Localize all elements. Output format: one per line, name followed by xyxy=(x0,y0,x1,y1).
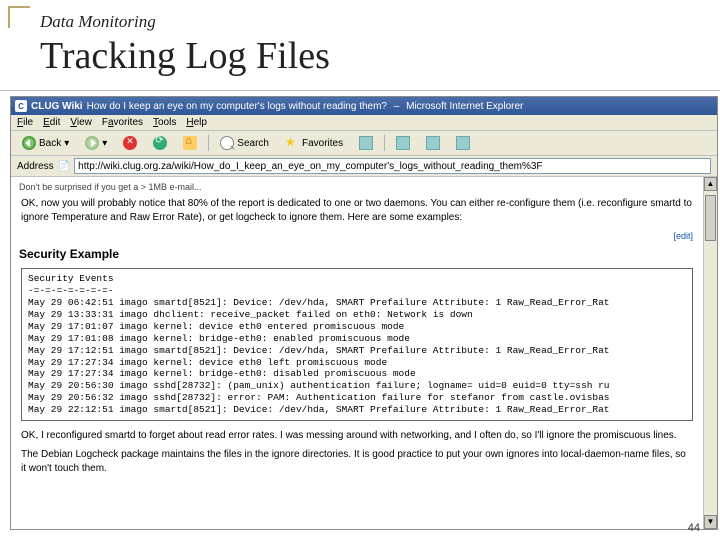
truncated-line: Don't be surprised if you get a > 1MB e-… xyxy=(19,181,709,193)
menu-file[interactable]: File xyxy=(17,117,33,128)
menu-edit[interactable]: Edit xyxy=(43,117,60,128)
titlebar-text: How do I keep an eye on my computer's lo… xyxy=(87,101,387,112)
corner-decoration xyxy=(8,6,30,28)
back-icon xyxy=(22,136,36,150)
favorites-button[interactable]: ★Favorites xyxy=(280,134,348,152)
mail-icon xyxy=(396,136,410,150)
window-titlebar: C CLUG Wiki How do I keep an eye on my c… xyxy=(11,97,717,115)
page-icon: 📄 xyxy=(58,161,70,172)
favicon-icon: C xyxy=(15,100,27,112)
refresh-button[interactable] xyxy=(148,134,172,152)
divider xyxy=(0,90,720,91)
edit-button[interactable] xyxy=(451,134,475,152)
forward-button[interactable]: ▾ xyxy=(80,134,112,152)
menu-tools[interactable]: Tools xyxy=(153,117,176,128)
edit-link[interactable]: [edit] xyxy=(19,230,693,242)
back-button[interactable]: Back ▾ xyxy=(17,134,74,152)
scroll-thumb[interactable] xyxy=(705,195,716,241)
menu-view[interactable]: View xyxy=(70,117,92,128)
menu-favorites[interactable]: Favorites xyxy=(102,117,143,128)
refresh-icon xyxy=(153,136,167,150)
home-icon xyxy=(183,136,197,150)
page-content: Don't be surprised if you get a > 1MB e-… xyxy=(11,177,717,529)
slide-subtitle: Data Monitoring xyxy=(40,12,156,32)
outro-paragraph-1: OK, I reconfigured smartd to forget abou… xyxy=(21,429,693,443)
stop-icon xyxy=(123,136,137,150)
menu-bar: File Edit View Favorites Tools Help xyxy=(11,115,717,131)
titlebar-app: Microsoft Internet Explorer xyxy=(406,101,523,112)
scroll-down-icon[interactable]: ▼ xyxy=(704,515,717,529)
toolbar: Back ▾ ▾ Search ★Favorites xyxy=(11,131,717,156)
home-button[interactable] xyxy=(178,134,202,152)
toolbar-separator xyxy=(208,135,209,151)
address-bar: Address 📄 xyxy=(11,156,717,177)
mail-button[interactable] xyxy=(391,134,415,152)
section-heading: Security Example xyxy=(19,246,709,262)
edit-icon xyxy=(456,136,470,150)
star-icon: ★ xyxy=(285,136,299,150)
browser-window: C CLUG Wiki How do I keep an eye on my c… xyxy=(10,96,718,530)
scroll-up-icon[interactable]: ▲ xyxy=(704,177,717,191)
history-button[interactable] xyxy=(354,134,378,152)
address-label: Address xyxy=(17,161,54,172)
intro-paragraph: OK, now you will probably notice that 80… xyxy=(21,197,693,224)
scrollbar[interactable]: ▲ ▼ xyxy=(703,177,717,529)
search-icon xyxy=(220,136,234,150)
log-output: Security Events -=-=-=-=-=-=-=- May 29 0… xyxy=(21,268,693,421)
print-icon xyxy=(426,136,440,150)
outro-paragraph-2: The Debian Logcheck package maintains th… xyxy=(21,448,693,475)
menu-help[interactable]: Help xyxy=(186,117,207,128)
address-input[interactable] xyxy=(74,158,711,174)
slide-title: Tracking Log Files xyxy=(40,34,330,78)
titlebar-prefix: CLUG Wiki xyxy=(31,101,83,112)
print-button[interactable] xyxy=(421,134,445,152)
page-number: 44 xyxy=(688,522,700,534)
search-button[interactable]: Search xyxy=(215,134,274,152)
stop-button[interactable] xyxy=(118,134,142,152)
history-icon xyxy=(359,136,373,150)
forward-icon xyxy=(85,136,99,150)
toolbar-separator xyxy=(384,135,385,151)
